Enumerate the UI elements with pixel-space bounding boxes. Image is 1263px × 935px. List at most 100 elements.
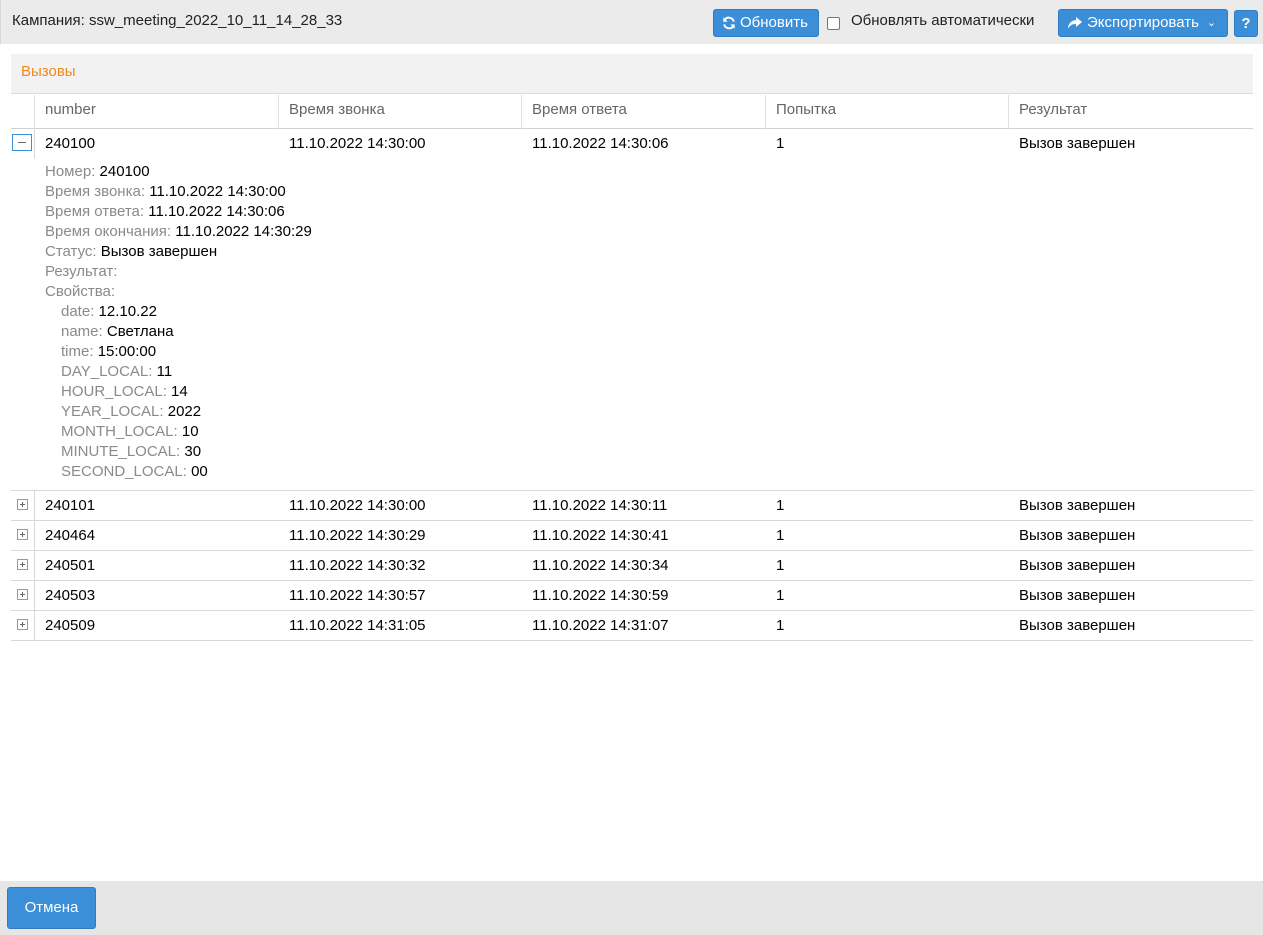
auto-refresh-label[interactable]: Обновлять автоматически bbox=[851, 12, 1034, 29]
property-value: Светлана bbox=[106, 323, 174, 340]
cell-answer-time: 11.10.2022 14:30:11 bbox=[532, 497, 668, 514]
property-item: time: 15:00:00 bbox=[61, 343, 157, 360]
table-header: number Время звонка Время ответа Попытка… bbox=[11, 95, 1253, 129]
export-button-label: Экспортировать bbox=[1087, 14, 1199, 31]
detail-status: Статус: Вызов завершен bbox=[45, 243, 218, 260]
cell-answer-time: 11.10.2022 14:30:59 bbox=[532, 587, 669, 604]
expand-row-icon[interactable] bbox=[17, 559, 28, 570]
cell-attempt: 1 bbox=[776, 527, 785, 544]
cell-number: 240100 bbox=[45, 135, 96, 152]
cell-call-time: 11.10.2022 14:31:05 bbox=[289, 617, 426, 634]
cell-answer-time: 11.10.2022 14:30:06 bbox=[532, 135, 669, 152]
detail-label: Свойства bbox=[45, 283, 111, 300]
table-row[interactable]: 240101 11.10.2022 14:30:00 11.10.2022 14… bbox=[11, 491, 1253, 521]
dialog-footer: Отмена bbox=[0, 881, 1263, 935]
auto-refresh-checkbox[interactable] bbox=[827, 17, 840, 30]
property-item: DAY_LOCAL: 11 bbox=[61, 363, 173, 380]
detail-label: Номер bbox=[45, 163, 92, 180]
cell-call-time: 11.10.2022 14:30:32 bbox=[289, 557, 426, 574]
cell-call-time: 11.10.2022 14:30:00 bbox=[289, 135, 426, 152]
detail-result: Результат: bbox=[45, 263, 118, 280]
table-row[interactable]: 240464 11.10.2022 14:30:29 11.10.2022 14… bbox=[11, 521, 1253, 551]
cell-result: Вызов завершен bbox=[1019, 527, 1136, 544]
detail-label: Результат bbox=[45, 263, 114, 280]
cell-attempt: 1 bbox=[776, 557, 785, 574]
cell-attempt: 1 bbox=[776, 587, 785, 604]
property-item: SECOND_LOCAL: 00 bbox=[61, 463, 208, 480]
cell-call-time: 11.10.2022 14:30:57 bbox=[289, 587, 426, 604]
cell-result: Вызов завершен bbox=[1019, 587, 1136, 604]
cell-answer-time: 11.10.2022 14:31:07 bbox=[532, 617, 669, 634]
detail-value: 11.10.2022 14:30:29 bbox=[175, 223, 312, 240]
cell-number: 240509 bbox=[45, 617, 96, 634]
expand-row-icon[interactable] bbox=[17, 589, 28, 600]
property-value: 12.10.22 bbox=[98, 303, 157, 320]
top-toolbar: Кампания: ssw_meeting_2022_10_11_14_28_3… bbox=[0, 0, 1263, 44]
detail-number: Номер: 240100 bbox=[45, 163, 150, 180]
calls-section-header: Вызовы bbox=[11, 54, 1253, 94]
column-header-number[interactable]: number bbox=[34, 95, 278, 129]
detail-value: 11.10.2022 14:30:06 bbox=[148, 203, 285, 220]
cell-result: Вызов завершен bbox=[1019, 617, 1136, 634]
cell-attempt: 1 bbox=[776, 497, 785, 514]
cell-call-time: 11.10.2022 14:30:00 bbox=[289, 497, 426, 514]
property-key: date bbox=[61, 303, 91, 320]
detail-properties: Свойства: bbox=[45, 283, 116, 300]
share-icon bbox=[1068, 17, 1082, 29]
cell-number: 240464 bbox=[45, 527, 96, 544]
column-header-answer-time[interactable]: Время ответа bbox=[521, 95, 765, 129]
property-key: MONTH_LOCAL bbox=[61, 423, 174, 440]
property-item: MINUTE_LOCAL: 30 bbox=[61, 443, 202, 460]
table-row[interactable]: 240509 11.10.2022 14:31:05 11.10.2022 14… bbox=[11, 611, 1253, 641]
property-key: SECOND_LOCAL bbox=[61, 463, 183, 480]
refresh-button[interactable]: Обновить bbox=[713, 9, 819, 37]
cell-result: Вызов завершен bbox=[1019, 497, 1136, 514]
property-value: 00 bbox=[191, 463, 208, 480]
cell-answer-time: 11.10.2022 14:30:41 bbox=[532, 527, 669, 544]
property-key: name bbox=[61, 323, 99, 340]
expand-row-icon[interactable] bbox=[17, 529, 28, 540]
property-key: YEAR_LOCAL bbox=[61, 403, 160, 420]
property-value: 14 bbox=[171, 383, 188, 400]
table-row[interactable]: 240503 11.10.2022 14:30:57 11.10.2022 14… bbox=[11, 581, 1253, 611]
row-divider bbox=[34, 129, 35, 159]
property-value: 30 bbox=[184, 443, 202, 460]
cell-result: Вызов завершен bbox=[1019, 557, 1136, 574]
property-item: name: Светлана bbox=[61, 323, 174, 340]
cell-number: 240501 bbox=[45, 557, 96, 574]
table-row[interactable]: 240501 11.10.2022 14:30:32 11.10.2022 14… bbox=[11, 551, 1253, 581]
property-key: HOUR_LOCAL bbox=[61, 383, 163, 400]
cell-number: 240503 bbox=[45, 587, 96, 604]
column-header-call-time[interactable]: Время звонка bbox=[278, 95, 521, 129]
detail-value: 11.10.2022 14:30:00 bbox=[149, 183, 286, 200]
campaign-title: Кампания: ssw_meeting_2022_10_11_14_28_3… bbox=[12, 12, 343, 29]
export-dropdown-button[interactable]: Экспортировать ⌄ bbox=[1058, 9, 1228, 37]
property-item: YEAR_LOCAL: 2022 bbox=[61, 403, 202, 420]
property-key: MINUTE_LOCAL bbox=[61, 443, 177, 460]
column-header-result[interactable]: Результат bbox=[1008, 95, 1253, 129]
detail-value: 240100 bbox=[99, 163, 150, 180]
detail-end-time: Время окончания: 11.10.2022 14:30:29 bbox=[45, 223, 312, 240]
section-title: Вызовы bbox=[21, 63, 76, 80]
column-header-attempt[interactable]: Попытка bbox=[765, 95, 1008, 129]
refresh-button-label: Обновить bbox=[740, 14, 808, 31]
property-key: time bbox=[61, 343, 90, 360]
cell-number: 240101 bbox=[45, 497, 96, 514]
detail-value: Вызов завершен bbox=[100, 243, 218, 260]
detail-label: Время ответа bbox=[45, 203, 140, 220]
help-button[interactable]: ? bbox=[1234, 10, 1258, 37]
property-key: DAY_LOCAL bbox=[61, 363, 149, 380]
cell-attempt: 1 bbox=[776, 135, 785, 152]
collapse-row-icon[interactable] bbox=[12, 134, 32, 151]
expand-row-icon[interactable] bbox=[17, 499, 28, 510]
property-item: date: 12.10.22 bbox=[61, 303, 157, 320]
cell-attempt: 1 bbox=[776, 617, 785, 634]
chevron-down-icon: ⌄ bbox=[1206, 17, 1217, 29]
call-details-panel: Номер: 240100 Время звонка: 11.10.2022 1… bbox=[45, 162, 312, 482]
property-item: MONTH_LOCAL: 10 bbox=[61, 423, 199, 440]
detail-answer-time: Время ответа: 11.10.2022 14:30:06 bbox=[45, 203, 285, 220]
property-value: 15:00:00 bbox=[97, 343, 157, 360]
expand-row-icon[interactable] bbox=[17, 619, 28, 630]
property-item: HOUR_LOCAL: 14 bbox=[61, 383, 188, 400]
cancel-button[interactable]: Отмена bbox=[7, 887, 96, 929]
